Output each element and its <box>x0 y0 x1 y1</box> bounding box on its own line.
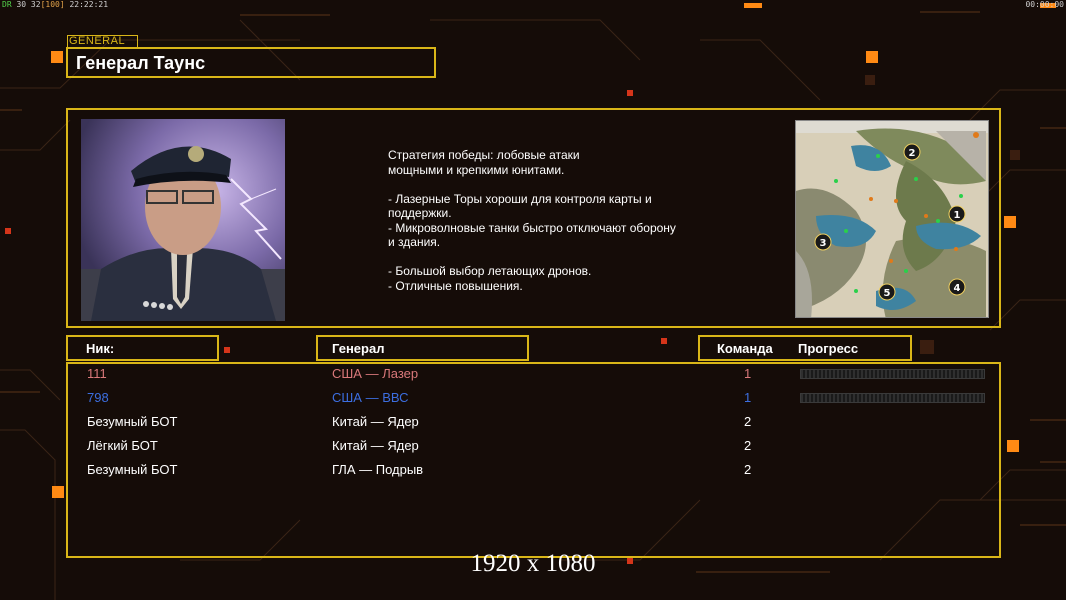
player-nick: 798 <box>87 390 109 405</box>
general-title-box: Генерал Таунс <box>66 47 436 78</box>
player-general: Китай — Ядер <box>332 414 419 429</box>
general-info-panel: Стратегия победы: лобовые атаки мощными … <box>66 108 1001 328</box>
header-general-box: Генерал <box>316 335 529 361</box>
hud-bracket: [100] <box>40 0 65 9</box>
general-description: Стратегия победы: лобовые атаки мощными … <box>388 148 676 293</box>
hud-label: DR <box>2 0 12 9</box>
player-team: 1 <box>744 366 752 381</box>
player-general: США — ВВС <box>332 390 409 405</box>
general-name: Генерал Таунс <box>76 53 206 73</box>
progress-bar <box>800 369 985 379</box>
player-general: Китай — Ядер <box>332 438 419 453</box>
header-team-box: Команда Прогресс <box>698 335 912 361</box>
header-team: Команда <box>717 341 773 356</box>
players-table: 111 США — Лазер 1 798 США — ВВС 1 Безумн… <box>66 362 1001 558</box>
start-position-2: 2 <box>909 148 916 159</box>
fps-readout: DR 30 32[100] 22:22:21 <box>2 0 108 9</box>
table-row: 798 США — ВВС 1 <box>68 388 999 412</box>
game-timer: 00:00:00 <box>1025 0 1064 9</box>
player-nick: 111 <box>87 366 107 381</box>
start-position-5: 5 <box>884 288 891 299</box>
resolution-overlay: 1920 x 1080 <box>470 550 596 577</box>
table-row: 111 США — Лазер 1 <box>68 364 999 388</box>
start-position-4: 4 <box>954 283 961 294</box>
header-nick: Ник: <box>86 341 115 356</box>
start-position-3: 3 <box>820 238 827 249</box>
player-team: 2 <box>744 462 752 477</box>
player-general: ГЛА — Подрыв <box>332 462 424 477</box>
header-nick-box: Ник: <box>66 335 219 361</box>
header-general: Генерал <box>332 341 385 356</box>
hud-time: 22:22:21 <box>69 0 109 9</box>
minimap[interactable]: 2 1 3 4 5 <box>795 120 989 318</box>
table-row: Безумный БОТ ГЛА — Подрыв 2 <box>68 460 999 484</box>
table-row: Лёгкий БОТ Китай — Ядер 2 <box>68 436 999 460</box>
progress-bar <box>800 393 985 403</box>
general-portrait <box>81 119 285 321</box>
player-general: США — Лазер <box>332 366 419 381</box>
player-nick: Безумный БОТ <box>87 462 178 477</box>
start-position-1: 1 <box>954 210 961 221</box>
player-nick: Безумный БОТ <box>87 414 178 429</box>
player-team: 2 <box>744 414 752 429</box>
header-progress: Прогресс <box>798 341 859 356</box>
player-nick: Лёгкий БОТ <box>87 438 158 453</box>
player-team: 2 <box>744 438 752 453</box>
player-team: 1 <box>744 390 752 405</box>
hud-numbers: 30 32 <box>16 0 41 9</box>
table-row: Безумный БОТ Китай — Ядер 2 <box>68 412 999 436</box>
